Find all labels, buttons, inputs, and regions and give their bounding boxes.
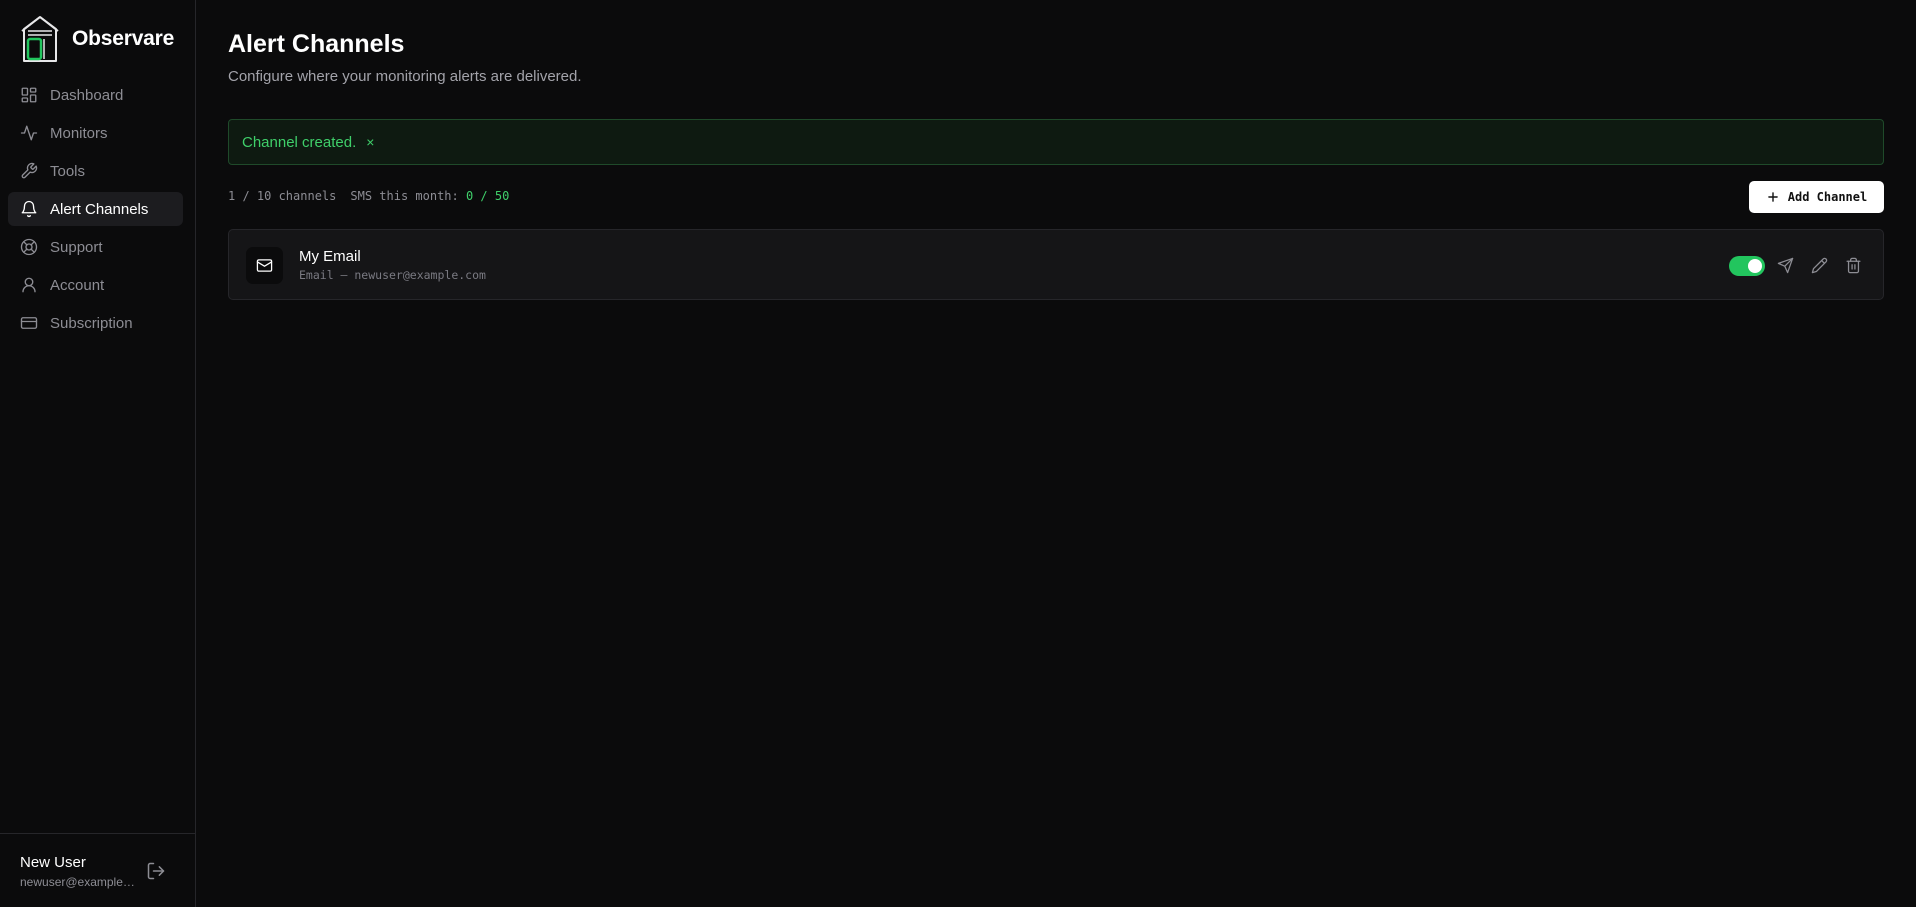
brand[interactable]: Observare bbox=[20, 15, 174, 63]
logout-icon[interactable] bbox=[146, 861, 166, 881]
channel-name: My Email bbox=[299, 248, 361, 265]
credit-card-icon bbox=[20, 317, 38, 329]
alert-close-button[interactable]: × bbox=[366, 134, 374, 150]
sidebar-item-support[interactable]: Support bbox=[8, 230, 183, 264]
delete-icon[interactable] bbox=[1845, 257, 1862, 274]
sidebar-item-label: Subscription bbox=[50, 314, 133, 332]
add-channel-label: Add Channel bbox=[1787, 190, 1868, 204]
user-icon bbox=[22, 277, 36, 293]
user-email: newuser@example.com bbox=[20, 875, 135, 889]
sidebar-item-monitors[interactable]: Monitors bbox=[8, 116, 183, 150]
channel-count: 1 / 10 channels bbox=[228, 189, 337, 203]
alert-message: Channel created. bbox=[242, 133, 357, 151]
channel-enabled-toggle[interactable] bbox=[1729, 256, 1765, 276]
user-block: New User newuser@example.com bbox=[0, 833, 196, 907]
sidebar-item-dashboard[interactable]: Dashboard bbox=[8, 78, 183, 112]
page-title: Alert Channels bbox=[228, 30, 405, 58]
sidebar-nav: Dashboard Monitors Tools Alert Channels … bbox=[8, 78, 183, 344]
edit-icon[interactable] bbox=[1811, 257, 1828, 274]
bell-icon bbox=[21, 200, 37, 218]
sidebar-item-label: Account bbox=[50, 276, 105, 294]
lifebuoy-icon bbox=[20, 238, 38, 256]
mail-icon bbox=[256, 259, 273, 272]
user-name: New User bbox=[20, 854, 86, 871]
sidebar-item-alert-channels[interactable]: Alert Channels bbox=[8, 192, 183, 226]
wrench-icon bbox=[21, 162, 38, 179]
sidebar: Observare Dashboard Monitors Tools Alert… bbox=[0, 0, 196, 907]
sms-count: 0 / 50 bbox=[465, 189, 510, 203]
sidebar-item-label: Tools bbox=[50, 162, 86, 180]
activity-icon bbox=[20, 125, 38, 141]
observare-logo-icon bbox=[21, 16, 59, 62]
toggle-knob bbox=[1748, 259, 1762, 273]
sidebar-item-label: Dashboard bbox=[50, 86, 124, 104]
channel-detail: Email — newuser@example.com bbox=[299, 268, 486, 282]
sidebar-item-subscription[interactable]: Subscription bbox=[8, 306, 183, 340]
sms-label: SMS this month: bbox=[350, 189, 459, 203]
sidebar-item-account[interactable]: Account bbox=[8, 268, 183, 302]
plus-icon bbox=[1767, 192, 1778, 202]
channel-type-icon bbox=[246, 247, 283, 284]
add-channel-button[interactable]: Add Channel bbox=[1749, 181, 1884, 213]
page-subtitle: Configure where your monitoring alerts a… bbox=[228, 68, 582, 85]
sidebar-item-tools[interactable]: Tools bbox=[8, 154, 183, 188]
sidebar-item-label: Alert Channels bbox=[50, 200, 149, 218]
usage-stats: 1 / 10 channels SMS this month: 0 / 50 bbox=[228, 189, 509, 203]
channel-row: My Email Email — newuser@example.com bbox=[228, 229, 1884, 300]
brand-name: Observare bbox=[72, 27, 175, 50]
sidebar-item-label: Support bbox=[50, 238, 103, 256]
send-test-icon[interactable] bbox=[1777, 257, 1794, 274]
sidebar-item-label: Monitors bbox=[50, 124, 108, 142]
dashboard-icon bbox=[21, 87, 37, 103]
success-alert: Channel created. × bbox=[228, 119, 1884, 165]
